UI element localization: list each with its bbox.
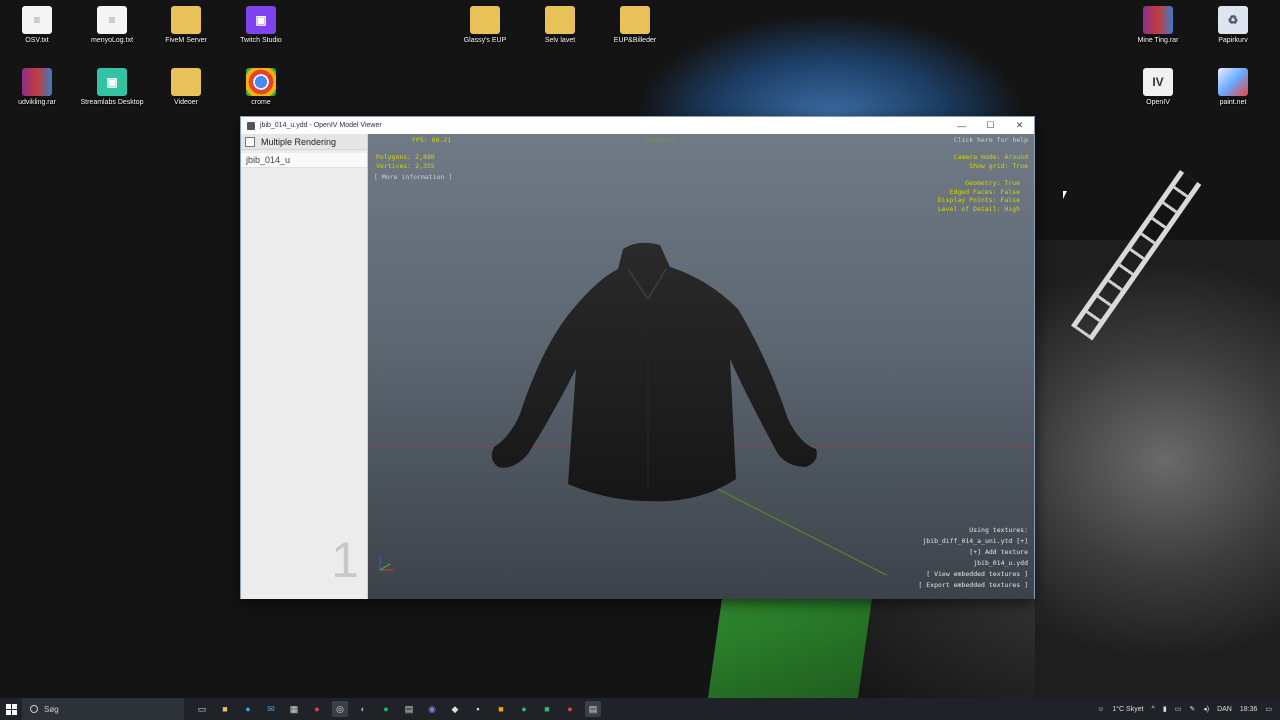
network-icon[interactable]: ▭ [1175, 705, 1182, 713]
more-information-link[interactable]: [ More information ] [374, 173, 452, 182]
volume-icon[interactable]: ◂) [1203, 705, 1209, 713]
clock[interactable]: 18:36 [1240, 706, 1258, 713]
windows-icon [5, 703, 17, 715]
desktop-icon-selv-lavet[interactable]: Selv lavet [523, 6, 597, 44]
desktop-icon-mine-ting[interactable]: Mine Ting.rar [1121, 6, 1195, 44]
obs-icon[interactable]: ◎ [332, 701, 348, 717]
weather-widget[interactable]: 1°C Skyet [1112, 706, 1143, 713]
multiple-rendering-label: Multiple Rendering [261, 136, 337, 147]
desktop-icon-streamlabs[interactable]: ▣ Streamlabs Desktop [75, 68, 149, 106]
geometry-readout: Geometry: 1 [644, 136, 688, 144]
chevron-up-icon[interactable]: ^ [1152, 706, 1155, 713]
camera-readout: Camera mode: Around Show grid: True [953, 153, 1028, 170]
search-placeholder: Søg [44, 704, 59, 714]
start-button[interactable] [0, 698, 22, 720]
text-file-icon: ≡ [22, 6, 52, 34]
mouse-cursor [1063, 191, 1067, 199]
folder-icon [470, 6, 500, 34]
desktop-icon-fivem-server[interactable]: FiveM Server [149, 6, 223, 44]
window-title: jbib_014_u.ydd - OpenIV Model Viewer [260, 122, 382, 129]
game-icon[interactable]: ■ [539, 701, 555, 717]
jacket-model [491, 242, 817, 502]
paint-icon[interactable]: ▤ [585, 701, 601, 717]
3d-viewport[interactable]: FPS: 60.21 Geometry: 1 Click here for he… [368, 134, 1034, 599]
window-titlebar[interactable]: jbib_014_u.ydd - OpenIV Model Viewer — ☐… [241, 117, 1034, 134]
rockstar-icon[interactable]: ■ [493, 701, 509, 717]
minimize-button[interactable]: — [947, 117, 976, 134]
winrar-icon [1143, 6, 1173, 34]
text-file-icon: ≡ [97, 6, 127, 34]
openiv-icon: IV [1143, 68, 1173, 96]
chrome-icon[interactable]: ● [309, 701, 325, 717]
desktop-icon-openiv[interactable]: IV OpenIV [1121, 68, 1195, 106]
spotify-icon[interactable]: ● [378, 701, 394, 717]
openiv-app-icon [247, 121, 255, 130]
multiple-rendering-checkbox[interactable] [245, 136, 255, 147]
discord-icon[interactable]: ◉ [424, 701, 440, 717]
edge-icon[interactable]: ● [240, 701, 256, 717]
axis-gizmo [379, 556, 394, 571]
help-link[interactable]: Click here for help [954, 136, 1028, 145]
desktop-icon-menyolog[interactable]: ≡ menyoLog.txt [75, 6, 149, 44]
chrome-icon[interactable]: ● [562, 701, 578, 717]
search-icon [30, 705, 38, 713]
folder-icon [620, 6, 650, 34]
paintnet-icon [1218, 68, 1248, 96]
winrar-icon [22, 68, 52, 96]
desktop-icon-crome[interactable]: crome [224, 68, 298, 106]
system-tray: ☺ 1°C Skyet ^ ▮ ▭ ✎ ◂) DAN 18:36 ▭ [1097, 705, 1280, 714]
desktop-icon-paintnet[interactable]: paint.net [1196, 68, 1270, 106]
desktop-icon-papirkurv[interactable]: ♻ Papirkurv [1196, 6, 1270, 44]
desktop-icon-eup-billeder[interactable]: EUP&Billeder [598, 6, 672, 44]
mail-icon[interactable]: ✉ [263, 701, 279, 717]
fps-readout: FPS: 60.21 [412, 136, 452, 144]
wallpaper-carlsberg-box [707, 598, 873, 698]
desktop-icon-twitch-studio[interactable]: ▣ Twitch Studio [224, 6, 298, 44]
folder-icon [171, 6, 201, 34]
close-button[interactable]: ✕ [1005, 117, 1034, 134]
chrome-icon [246, 68, 276, 96]
pen-icon[interactable]: ✎ [1189, 705, 1195, 713]
notifications-icon[interactable]: ▭ [1265, 705, 1272, 713]
media-icon[interactable]: ◆ [447, 701, 463, 717]
steam-icon[interactable]: ◐ [355, 701, 371, 717]
multiple-rendering-toggle[interactable]: Multiple Rendering [241, 134, 367, 150]
notepad-icon[interactable]: ▪ [470, 701, 486, 717]
model-list-item[interactable]: jbib_014_u [241, 153, 367, 168]
wallpaper-moon-surface [1035, 240, 1280, 700]
desktop-icon-osv[interactable]: ≡ OSV.txt [0, 6, 74, 44]
store-icon[interactable]: ▦ [286, 701, 302, 717]
taskbar: Søg ▭ ■ ● ✉ ▦ ● ◎ ◐ ● ▤ ◉ ◆ ▪ ■ ● ■ ● ▤ … [0, 698, 1280, 720]
desktop-icon-glassys-eup[interactable]: Glassy's EUP [448, 6, 522, 44]
render-settings[interactable]: Geometry: True Edged Faces: False Displa… [938, 179, 1020, 213]
folder-icon [171, 68, 201, 96]
language-indicator[interactable]: DAN [1217, 706, 1232, 713]
desktop-icon-udvikling[interactable]: udvikling.rar [0, 68, 74, 106]
lod-number: 1 [331, 532, 359, 588]
xbox-icon[interactable]: ● [516, 701, 532, 717]
folder-icon [545, 6, 575, 34]
stats-readout: Polygons: 2,898 Vertices: 2,355 [376, 153, 435, 170]
streamlabs-icon: ▣ [97, 68, 127, 96]
taskbar-apps: ▭ ■ ● ✉ ▦ ● ◎ ◐ ● ▤ ◉ ◆ ▪ ■ ● ■ ● ▤ [184, 701, 601, 717]
desktop-icon-videoer[interactable]: Videoer [149, 68, 223, 106]
textures-panel[interactable]: Using textures: jbib_diff_014_a_uni.ytd … [918, 525, 1028, 591]
search-box[interactable]: Søg [22, 698, 184, 720]
twitch-icon: ▣ [246, 6, 276, 34]
battery-icon[interactable]: ▮ [1163, 705, 1167, 713]
model-sidebar: Multiple Rendering jbib_014_u 1 [241, 134, 368, 599]
people-icon[interactable]: ☺ [1097, 706, 1104, 713]
file-explorer-icon[interactable]: ■ [217, 701, 233, 717]
recycle-bin-icon: ♻ [1218, 6, 1248, 34]
openiv-icon[interactable]: ▤ [401, 701, 417, 717]
model-viewer-window[interactable]: jbib_014_u.ydd - OpenIV Model Viewer — ☐… [240, 116, 1035, 599]
task-view-icon[interactable]: ▭ [194, 701, 210, 717]
maximize-button[interactable]: ☐ [976, 117, 1005, 134]
